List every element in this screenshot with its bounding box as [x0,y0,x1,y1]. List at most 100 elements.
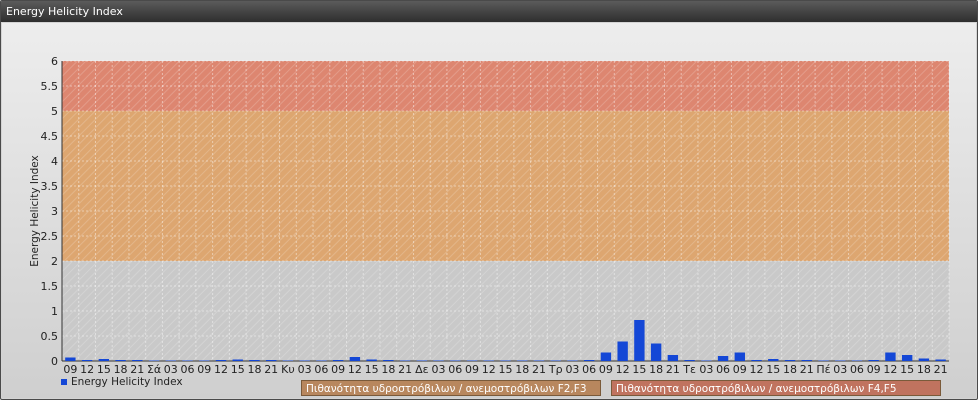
x-tick-label: 06 [181,363,195,376]
x-tick-label: 09 [465,363,479,376]
bar-0 [65,357,76,361]
x-tick-label: Τε [682,363,696,376]
x-tick-label: 12 [80,363,94,376]
x-tick-label: 12 [348,363,362,376]
y-tick-label: 3 [51,205,58,218]
y-tick-label: 2 [51,255,58,268]
x-tick-label: 18 [783,363,797,376]
x-tick-label: 03 [298,363,312,376]
x-tick-label: 09 [599,363,613,376]
y-tick-label: 4.5 [41,130,59,143]
x-tick-label: 15 [499,363,513,376]
y-tick-label: 6 [51,55,58,68]
bar-8 [199,360,210,361]
bar-28 [533,360,545,361]
bar-13 [282,360,294,361]
bar-20 [399,360,411,361]
bar-21 [416,360,428,361]
x-tick-label: 12 [750,363,764,376]
x-tick-label: 09 [63,363,77,376]
y-tick-label: 2.5 [41,230,59,243]
legend-label: Energy Helicity Index [71,376,183,388]
bar-48 [868,360,879,361]
bar-42 [768,359,779,361]
x-tick-label: 18 [381,363,395,376]
bar-52 [935,359,946,361]
x-tick-label: 06 [716,363,730,376]
bar-39 [717,356,729,361]
x-tick-label: 03 [699,363,713,376]
bar-19 [383,360,394,361]
bar-43 [784,360,796,361]
bar-15 [316,360,327,361]
y-tick-label: 0 [51,355,58,368]
y-tick-label: 4 [51,155,58,168]
chart-svg: 00.511.522.533.544.555.5609 12 15 18 21 Σά 03 0… [29,55,950,376]
bar-2 [98,359,110,361]
x-tick-label: 06 [448,363,462,376]
bar-10 [232,359,243,361]
band-label-f4f5: Πιθανότητα υδροστρόβιλων / ανεμοστρόβιλω… [611,380,941,396]
bar-22 [433,360,444,361]
x-tick-label: 12 [482,363,496,376]
y-tick-label: 0.5 [41,330,59,343]
bar-5 [148,360,160,361]
bar-51 [918,358,930,361]
bar-50 [901,355,913,361]
bar-29 [550,360,561,361]
x-tick-label: 18 [917,363,931,376]
bar-44 [801,360,812,361]
x-tick-label: 21 [666,363,680,376]
x-tick-label: 03 [565,363,579,376]
y-tick-label: 1.5 [41,280,59,293]
x-tick-label: 03 [833,363,847,376]
x-tick-label: 09 [867,363,881,376]
x-tick-label: 15 [97,363,111,376]
x-tick-label: 15 [231,363,245,376]
x-tick-label: Δε [415,363,429,376]
x-tick-label: 15 [632,363,646,376]
x-tick-label: 06 [582,363,596,376]
bar-27 [517,360,528,361]
bar-34 [634,320,645,361]
bar-45 [818,360,829,361]
bar-40 [734,352,745,361]
x-tick-label: 21 [130,363,144,376]
bar-11 [249,360,260,361]
bar-26 [500,360,511,361]
bar-25 [483,360,494,361]
bar-9 [215,360,227,361]
band-label-f2f3: Πιθανότητα υδροστρόβιλων / ανεμοστρόβιλω… [301,380,601,396]
x-tick-label: 09 [197,363,211,376]
y-axis-label: Energy Helicity Index [29,155,41,267]
x-tick-label: 18 [649,363,663,376]
bar-17 [349,357,361,361]
x-tick-label: Πέ [816,363,830,376]
y-tick-label: 5.5 [41,80,59,93]
bar-36 [667,355,679,361]
x-tick-label: Σά [147,363,161,376]
y-tick-label: 5 [51,105,58,118]
x-tick-label: 15 [766,363,780,376]
x-tick-label: 03 [164,363,178,376]
x-tick-label: 18 [114,363,128,376]
legend[interactable]: Energy Helicity Index [61,376,183,388]
legend-swatch [61,379,67,385]
bar-23 [450,360,461,361]
x-tick-label: 18 [247,363,261,376]
bar-31 [583,360,595,361]
bar-32 [600,352,612,361]
bar-30 [567,360,578,361]
x-tick-label: 15 [365,363,379,376]
bar-46 [835,360,846,361]
x-tick-label: 12 [883,363,897,376]
x-tick-label: 15 [900,363,914,376]
bar-41 [751,360,762,361]
bar-24 [466,360,478,361]
bar-12 [266,360,277,361]
x-tick-label: 09 [331,363,345,376]
bar-49 [885,352,896,361]
x-tick-label: 18 [515,363,529,376]
x-tick-label: Κυ [281,363,295,376]
x-tick-label: 21 [264,363,278,376]
